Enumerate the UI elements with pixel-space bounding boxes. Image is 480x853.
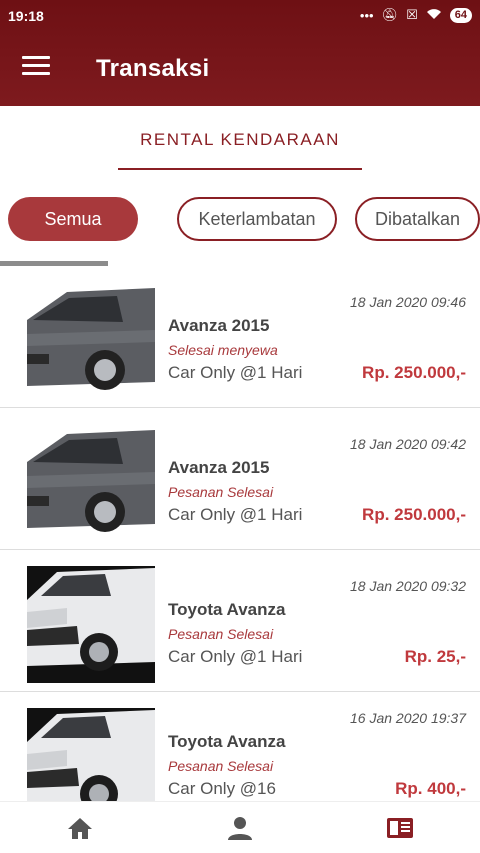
transaction-status: Pesanan Selesai bbox=[168, 758, 274, 774]
transaction-item[interactable]: 18 Jan 2020 09:42 Avanza 2015 Pesanan Se… bbox=[0, 408, 480, 550]
tab-indicator bbox=[118, 168, 362, 170]
transaction-date: 18 Jan 2020 09:46 bbox=[350, 294, 466, 310]
filter-semua[interactable]: Semua bbox=[8, 197, 138, 241]
transaction-status: Pesanan Selesai bbox=[168, 484, 274, 500]
car-name: Avanza 2015 bbox=[168, 316, 270, 335]
app-bar: 19:18 ••• 🔕︎ ☒ 64 Transaksi bbox=[0, 0, 480, 106]
transaction-date: 16 Jan 2020 19:37 bbox=[350, 710, 466, 726]
tab-rental-kendaraan[interactable]: RENTAL KENDARAAN bbox=[118, 108, 362, 170]
rental-package: Car Only @1 Hari bbox=[168, 363, 303, 382]
notification-box-icon: ☒ bbox=[406, 7, 418, 22]
mute-bell-icon: 🔕︎ bbox=[381, 7, 399, 22]
car-thumbnail bbox=[27, 708, 155, 801]
tab-label: RENTAL KENDARAAN bbox=[140, 130, 340, 149]
transaction-item[interactable]: 16 Jan 2020 19:37 Toyota Avanza Pesanan … bbox=[0, 692, 480, 801]
page-title: Transaksi bbox=[96, 55, 210, 82]
car-name: Toyota Avanza bbox=[168, 732, 286, 751]
filter-dibatalkan[interactable]: Dibatalkan bbox=[355, 197, 480, 241]
transaction-list: 18 Jan 2020 09:46 Avanza 2015 Selesai me… bbox=[0, 266, 480, 801]
rental-package: Car Only @16 bbox=[168, 779, 276, 798]
receipt-icon[interactable] bbox=[384, 814, 416, 842]
transaction-price: Rp. 400,- bbox=[395, 779, 466, 798]
battery-icon: 64 bbox=[449, 7, 472, 23]
transaction-status: Pesanan Selesai bbox=[168, 626, 274, 642]
car-thumbnail bbox=[27, 282, 155, 399]
person-icon[interactable] bbox=[224, 814, 256, 842]
transaction-price: Rp. 25,- bbox=[404, 647, 466, 666]
car-thumbnail bbox=[27, 566, 155, 683]
bottom-navigation bbox=[0, 801, 480, 853]
car-name: Avanza 2015 bbox=[168, 458, 270, 477]
transaction-status: Selesai menyewa bbox=[168, 342, 278, 358]
rental-package: Car Only @1 Hari bbox=[168, 647, 303, 666]
rental-package: Car Only @1 Hari bbox=[168, 505, 303, 524]
status-icons: ••• 🔕︎ ☒ 64 bbox=[360, 7, 472, 23]
transaction-item[interactable]: 18 Jan 2020 09:32 Toyota Avanza Pesanan … bbox=[0, 550, 480, 692]
car-name: Toyota Avanza bbox=[168, 600, 286, 619]
transaction-item[interactable]: 18 Jan 2020 09:46 Avanza 2015 Selesai me… bbox=[0, 266, 480, 408]
car-thumbnail bbox=[27, 424, 155, 541]
transaction-date: 18 Jan 2020 09:42 bbox=[350, 436, 466, 452]
more-dots-icon: ••• bbox=[359, 7, 374, 23]
menu-icon[interactable] bbox=[22, 56, 50, 80]
transaction-date: 18 Jan 2020 09:32 bbox=[350, 578, 466, 594]
transaction-price: Rp. 250.000,- bbox=[362, 505, 466, 524]
home-icon[interactable] bbox=[64, 814, 96, 842]
wifi-icon bbox=[426, 8, 442, 23]
filter-keterlambatan[interactable]: Keterlambatan bbox=[177, 197, 337, 241]
status-bar: 19:18 ••• 🔕︎ ☒ 64 bbox=[0, 0, 480, 32]
transaction-price: Rp. 250.000,- bbox=[362, 363, 466, 382]
status-time: 19:18 bbox=[8, 8, 44, 24]
